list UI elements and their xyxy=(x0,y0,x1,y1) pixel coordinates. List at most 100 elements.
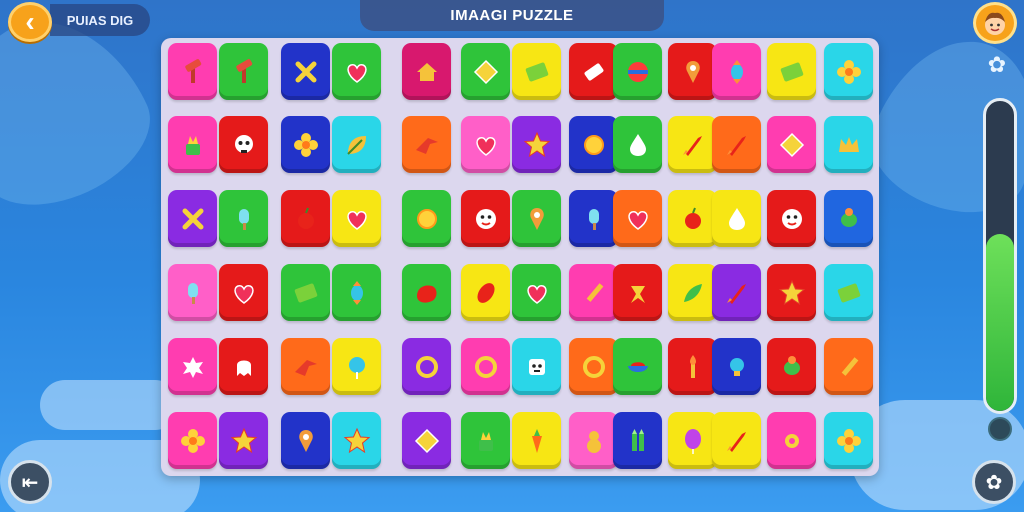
puzzle-tile[interactable] xyxy=(668,116,717,173)
puzzle-tile[interactable] xyxy=(712,412,761,469)
puzzle-tile[interactable] xyxy=(569,116,618,173)
puzzle-tile[interactable] xyxy=(668,264,717,321)
player-avatar[interactable] xyxy=(973,2,1017,44)
puzzle-tile[interactable] xyxy=(281,190,330,247)
puzzle-tile[interactable] xyxy=(168,116,217,173)
ring-icon xyxy=(582,355,605,378)
puzzle-tile[interactable] xyxy=(569,190,618,247)
puzzle-tile[interactable] xyxy=(332,264,381,321)
sun-icon xyxy=(416,208,437,229)
puzzle-tile[interactable] xyxy=(824,43,873,100)
puzzle-tile[interactable] xyxy=(402,412,451,469)
puzzle-tile[interactable] xyxy=(668,412,717,469)
puzzle-tile[interactable] xyxy=(767,116,816,173)
puzzle-tile[interactable] xyxy=(402,116,451,173)
puzzle-tile[interactable] xyxy=(461,190,510,247)
puzzle-tile[interactable] xyxy=(219,43,268,100)
puzzle-tile[interactable] xyxy=(281,338,330,395)
puzzle-tile[interactable] xyxy=(402,190,451,247)
puzzle-tile[interactable] xyxy=(767,338,816,395)
puzzle-tile[interactable] xyxy=(824,412,873,469)
puzzle-tile[interactable] xyxy=(461,412,510,469)
puzzle-tile[interactable] xyxy=(613,264,662,321)
back-button[interactable]: ‹ xyxy=(8,2,52,42)
puzzle-tile[interactable] xyxy=(168,264,217,321)
exit-button[interactable]: ⇤ xyxy=(8,460,52,504)
puzzle-tile[interactable] xyxy=(824,264,873,321)
puzzle-tile[interactable] xyxy=(824,338,873,395)
skull-icon xyxy=(234,134,253,153)
puzzle-tile[interactable] xyxy=(569,338,618,395)
flower-icon xyxy=(836,59,861,84)
puzzle-tile[interactable] xyxy=(512,190,561,247)
level-text: PUIAS DIG xyxy=(66,12,134,28)
crown-icon xyxy=(838,136,859,152)
puzzle-tile[interactable] xyxy=(402,338,451,395)
puzzle-tile[interactable] xyxy=(767,264,816,321)
puzzle-tile[interactable] xyxy=(569,264,618,321)
puzzle-tile[interactable] xyxy=(712,338,761,395)
puzzle-tile[interactable] xyxy=(332,116,381,173)
bulb-icon xyxy=(729,357,744,376)
puzzle-piece-icon[interactable]: ✿ xyxy=(984,52,1010,78)
flower-settings-icon: ✿ xyxy=(985,471,1003,494)
game-title-bar: IMAAGI PUZZLE xyxy=(360,0,664,31)
puzzle-tile[interactable] xyxy=(168,43,217,100)
puzzle-tile[interactable] xyxy=(402,264,451,321)
puzzle-tile[interactable] xyxy=(168,338,217,395)
puzzle-tile[interactable] xyxy=(569,43,618,100)
puzzle-tile[interactable] xyxy=(219,190,268,247)
puzzle-tile[interactable] xyxy=(512,264,561,321)
puzzle-tile[interactable] xyxy=(168,412,217,469)
puzzle-tile[interactable] xyxy=(332,412,381,469)
bread-icon xyxy=(476,282,495,303)
puzzle-tile[interactable] xyxy=(668,338,717,395)
puzzle-tile[interactable] xyxy=(219,412,268,469)
puzzle-tile[interactable] xyxy=(512,116,561,173)
puzzle-tile[interactable] xyxy=(668,190,717,247)
puzzle-tile[interactable] xyxy=(461,264,510,321)
bird-icon xyxy=(294,359,317,376)
puzzle-tile[interactable] xyxy=(461,338,510,395)
puzzle-tile[interactable] xyxy=(281,43,330,100)
puzzle-tile[interactable] xyxy=(712,116,761,173)
puzzle-tile[interactable] xyxy=(824,116,873,173)
puzzle-tile[interactable] xyxy=(712,43,761,100)
puzzle-tile[interactable] xyxy=(767,412,816,469)
drop-icon xyxy=(728,207,745,230)
puzzle-tile[interactable] xyxy=(402,43,451,100)
puzzle-tile[interactable] xyxy=(569,412,618,469)
puzzle-tile[interactable] xyxy=(613,190,662,247)
puzzle-tile[interactable] xyxy=(512,412,561,469)
puzzle-tile[interactable] xyxy=(712,190,761,247)
puzzle-tile[interactable] xyxy=(168,190,217,247)
puzzle-tile[interactable] xyxy=(613,412,662,469)
puzzle-tile[interactable] xyxy=(461,43,510,100)
puzzle-tile[interactable] xyxy=(712,264,761,321)
puzzle-tile[interactable] xyxy=(613,338,662,395)
puzzle-tile[interactable] xyxy=(767,43,816,100)
pencil-icon xyxy=(841,356,858,376)
puzzle-tile[interactable] xyxy=(219,264,268,321)
puzzle-tile[interactable] xyxy=(219,338,268,395)
puzzle-tile[interactable] xyxy=(461,116,510,173)
puzzle-tile[interactable] xyxy=(613,43,662,100)
puzzle-tile[interactable] xyxy=(668,43,717,100)
stripes-icon xyxy=(294,283,317,302)
puzzle-board xyxy=(161,38,879,476)
puzzle-tile[interactable] xyxy=(512,338,561,395)
puzzle-tile[interactable] xyxy=(332,190,381,247)
puzzle-tile[interactable] xyxy=(219,116,268,173)
puzzle-tile[interactable] xyxy=(767,190,816,247)
settings-button[interactable]: ✿ xyxy=(972,460,1016,504)
puzzle-tile[interactable] xyxy=(332,43,381,100)
puzzle-tile[interactable] xyxy=(613,116,662,173)
puzzle-tile[interactable] xyxy=(512,43,561,100)
puzzle-tile[interactable] xyxy=(824,190,873,247)
pin-icon xyxy=(685,60,700,83)
puzzle-tile[interactable] xyxy=(332,338,381,395)
puzzle-tile[interactable] xyxy=(281,412,330,469)
rocket-icon xyxy=(726,135,746,156)
puzzle-tile[interactable] xyxy=(281,264,330,321)
puzzle-tile[interactable] xyxy=(281,116,330,173)
